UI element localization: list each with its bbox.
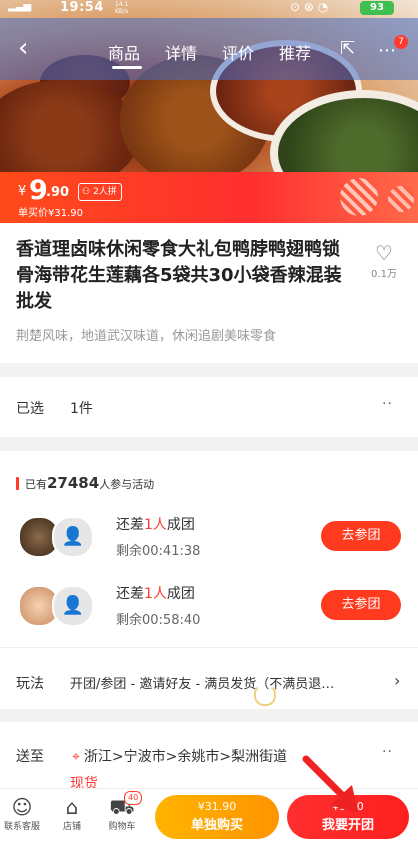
rules-text[interactable]: 开团/参团 - 邀请好友 - 满员发货（不满员退… [70, 673, 388, 692]
status-time: 19:54 [60, 0, 104, 15]
chevron-right-icon[interactable]: › [394, 671, 400, 690]
tab-recommend[interactable]: 推荐 [279, 40, 336, 64]
header-prefix: 已有 [25, 478, 47, 491]
chat-icon: ☺ [11, 795, 33, 819]
more-dots-icon[interactable]: ·· [382, 744, 393, 760]
need-prefix: 还差 [116, 586, 144, 602]
rules-label: 玩法 [16, 676, 44, 692]
group-row: 👤 还差1人成团 剩余00:58:40 去参团 [0, 582, 418, 632]
shipping-label: 送至 [16, 749, 44, 765]
location-pin-icon: ⌖ [72, 749, 80, 765]
promo-decoration [340, 178, 378, 216]
single-price: 单买价¥31.90 [18, 208, 83, 219]
cart-label: 购物车 [108, 822, 136, 832]
selection-row[interactable]: 已选 1件 ·· [0, 377, 418, 437]
group-buy-card: 已有27484人参与活动 👤 还差1人成团 剩余00:41:38 去参团 👤 还… [0, 451, 418, 709]
product-title: 香道理卤味休闲零食大礼包鸭脖鸭翅鸭锁骨海带花生莲藕各5袋共30小袋香辣混装批发 [16, 239, 342, 312]
more-dots-icon[interactable]: ·· [382, 396, 393, 412]
group-buy-label: 我要开团 [321, 818, 374, 833]
signal-icon: ▂▃▅ [8, 1, 32, 12]
group-buy-header: 已有27484人参与活动 [16, 474, 154, 492]
shop-icon: ⌂ [65, 795, 79, 819]
shop-button[interactable]: ⌂ 店铺 [47, 795, 97, 832]
promo-decoration [388, 186, 414, 212]
status-icons: ⊙ ⊗ ◔ [290, 0, 329, 14]
header-accent-bar [16, 477, 19, 490]
share-icon[interactable]: ⇱ [340, 38, 355, 59]
need-suffix: 成团 [166, 586, 195, 602]
shipping-location: ⌖ 浙江>宁波市>余姚市>梨洲街道 [72, 746, 287, 766]
network-speed: 14.1 KB/s [115, 1, 129, 15]
need-prefix: 还差 [116, 517, 144, 533]
battery-icon: 93 [360, 1, 394, 15]
product-subtitle: 荆楚风味，地道武汉味道，休闲追剧美味零食 [16, 329, 277, 344]
group-need-text: 还差1人成团 [116, 514, 195, 534]
price-banner: ¥ 9 .90 ⚇ 2人拼 单买价¥31.90 [0, 172, 418, 223]
need-suffix: 成团 [166, 517, 195, 533]
selection-label: 已选 [16, 401, 44, 417]
favorite-count: 0.1万 [371, 269, 397, 280]
back-icon[interactable]: ‹ [18, 35, 28, 61]
top-nav: ‹ 商品 详情 评价 推荐 ⇱ ⋯ 7 [0, 18, 418, 80]
group-size-tag: ⚇ 2人拼 [78, 183, 122, 201]
cart-count-badge: 40 [124, 791, 143, 805]
customer-service-label: 联系客服 [3, 822, 40, 832]
currency-symbol: ¥ [18, 184, 27, 199]
group-row: 👤 还差1人成团 剩余00:41:38 去参团 [0, 513, 418, 563]
need-count: 1人 [144, 517, 167, 533]
price-decimal: .90 [46, 185, 70, 200]
selection-value: 1件 [70, 401, 93, 417]
empty-slot-avatar: 👤 [52, 585, 94, 627]
single-buy-button[interactable]: ¥31.90 单独购买 [155, 795, 279, 839]
group-buy-price: ¥9.90 [332, 800, 364, 813]
join-group-button[interactable]: 去参团 [321, 590, 401, 620]
loading-spinner-icon [254, 684, 276, 706]
divider [0, 647, 418, 648]
time-remaining: 剩余00:41:38 [116, 544, 201, 559]
start-group-button[interactable]: ¥9.90 我要开团 [287, 795, 409, 839]
group-size-label: 2人拼 [93, 187, 117, 197]
time-remaining: 剩余00:58:40 [116, 613, 201, 628]
join-group-button[interactable]: 去参团 [321, 521, 401, 551]
empty-slot-avatar: 👤 [52, 516, 94, 558]
notification-badge: 7 [394, 35, 408, 49]
tab-bar: 商品 详情 评价 推荐 [108, 40, 336, 69]
location-text: 浙江>宁波市>余姚市>梨洲街道 [83, 749, 288, 765]
single-buy-label: 单独购买 [190, 818, 243, 833]
group-need-text: 还差1人成团 [116, 583, 195, 603]
header-suffix: 人参与活动 [99, 478, 155, 491]
single-buy-price: ¥31.90 [197, 800, 237, 813]
shop-label: 店铺 [62, 822, 81, 832]
favorite-button[interactable]: ♡ 0.1万 [364, 241, 404, 280]
heart-icon: ♡ [375, 241, 393, 265]
need-count: 1人 [144, 586, 167, 602]
tab-product[interactable]: 商品 [108, 40, 165, 69]
status-bar: ▂▃▅ 19:54 14.1 KB/s ⊙ ⊗ ◔ 93 [0, 0, 418, 18]
people-icon: ⚇ [82, 187, 91, 197]
tab-reviews[interactable]: 评价 [222, 40, 279, 64]
bottom-action-bar: ☺ 联系客服 ⌂ 店铺 ⛟ 购物车 40 ¥31.90 单独购买 ¥9.90 我… [0, 788, 418, 842]
tab-details[interactable]: 详情 [165, 40, 222, 64]
product-info-card: 香道理卤味休闲零食大礼包鸭脖鸭翅鸭锁骨海带花生莲藕各5袋共30小袋香辣混装批发 … [0, 223, 418, 363]
customer-service-button[interactable]: ☺ 联系客服 [0, 795, 47, 832]
price-integer: 9 [29, 175, 48, 206]
participant-count: 27484 [47, 474, 100, 492]
